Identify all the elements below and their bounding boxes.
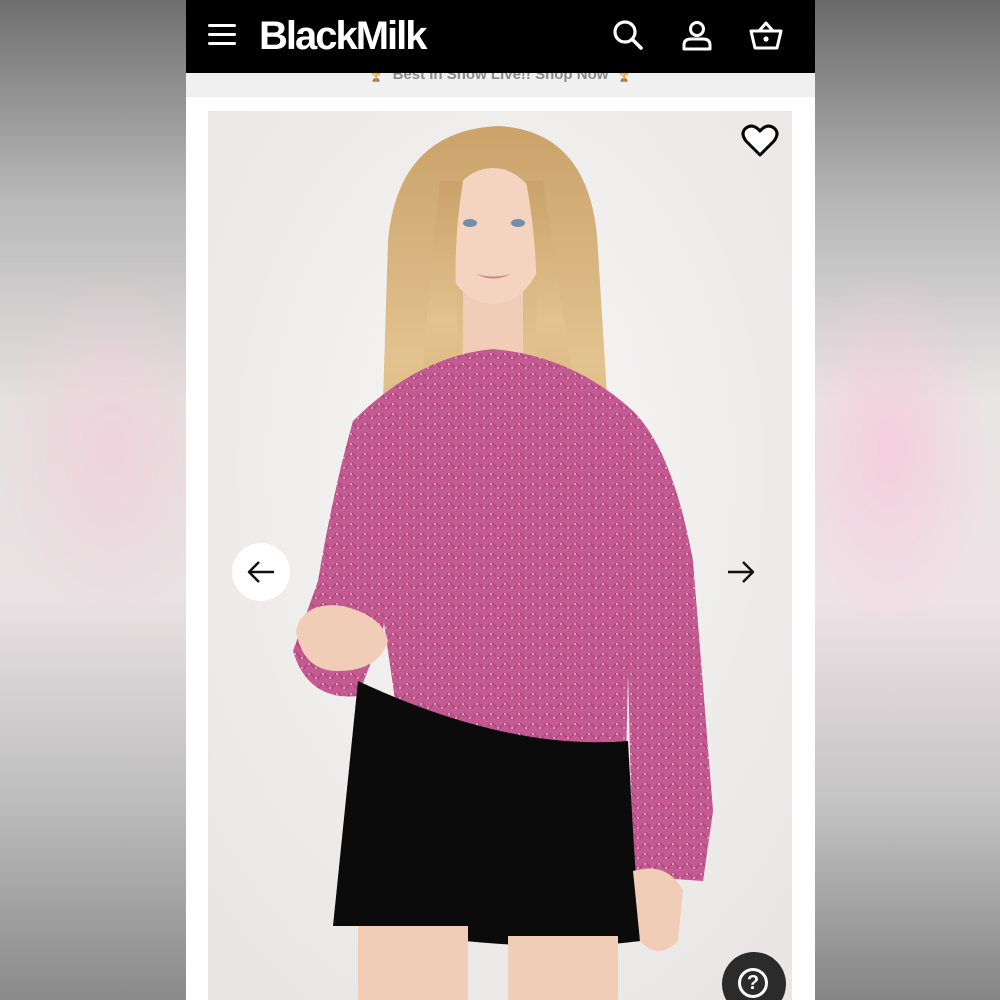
heart-icon[interactable] xyxy=(740,121,780,161)
trophy-icon: 🏆 xyxy=(368,73,385,82)
brand-logo[interactable]: BlackMilk xyxy=(259,14,428,58)
menu-icon[interactable] xyxy=(208,24,236,48)
product-image[interactable] xyxy=(208,111,792,1000)
arrow-right-icon xyxy=(728,561,755,583)
next-image-button[interactable] xyxy=(712,543,770,601)
site-header: BlackMilk xyxy=(186,0,815,73)
promo-banner[interactable]: 🏆 Best In Show Live!! Shop Now 🏆 xyxy=(186,73,815,97)
mobile-page: BlackMilk 🏆 Best In Show Live!! Shop Now 🏆 xyxy=(186,0,815,1000)
trophy-icon: 🏆 xyxy=(616,73,633,82)
account-icon[interactable] xyxy=(679,18,715,54)
promo-label: Best In Show Live!! Shop Now xyxy=(392,73,609,83)
previous-image-button[interactable] xyxy=(232,543,290,601)
promo-text: 🏆 Best In Show Live!! Shop Now 🏆 xyxy=(186,73,815,84)
help-icon: ? xyxy=(738,968,768,998)
product-photo xyxy=(208,111,792,1000)
basket-icon[interactable] xyxy=(748,18,784,54)
search-icon[interactable] xyxy=(610,18,646,54)
arrow-left-icon xyxy=(247,561,274,583)
blurred-backdrop-left xyxy=(0,0,186,1000)
blurred-backdrop-right xyxy=(815,0,1000,1000)
